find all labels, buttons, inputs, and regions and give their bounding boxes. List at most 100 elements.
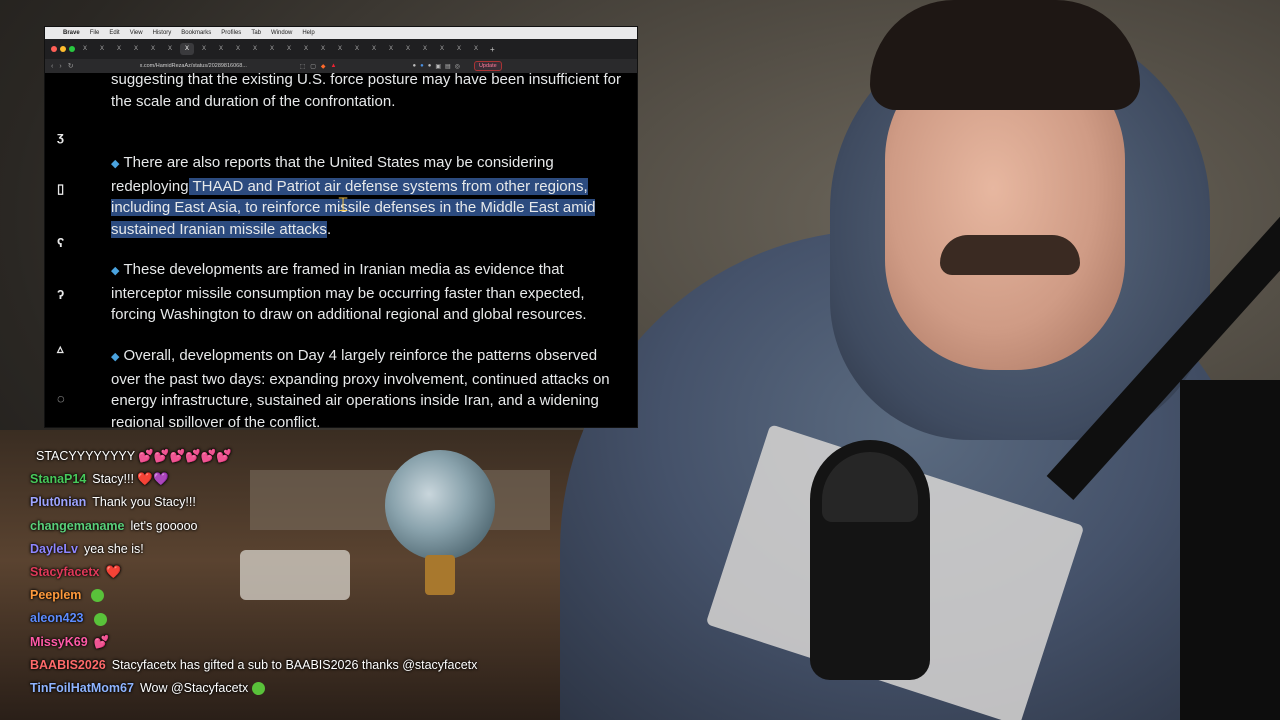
tab[interactable]: X xyxy=(248,43,262,55)
tab[interactable]: X xyxy=(265,43,279,55)
chat-message: aleon423 xyxy=(30,607,590,630)
menu-view[interactable]: View xyxy=(130,30,143,36)
chat-username[interactable]: StanaP14 xyxy=(30,472,86,486)
chat-username[interactable]: DayleLv xyxy=(30,542,78,556)
menu-brave[interactable]: Brave xyxy=(63,30,80,36)
mac-menubar: Brave File Edit View History Bookmarks P… xyxy=(45,27,637,39)
chat-username[interactable]: MissyK69 xyxy=(30,635,88,649)
sidebar-icon[interactable]: ▯ xyxy=(57,181,64,197)
tab[interactable]: X xyxy=(418,43,432,55)
streamer-hair xyxy=(870,0,1140,110)
close-window-icon[interactable] xyxy=(51,46,57,52)
scrollbar-track[interactable] xyxy=(631,73,637,427)
chat-text: Thank you Stacy!!! xyxy=(92,495,196,510)
chat-username[interactable]: TinFoilHatMom67 xyxy=(30,681,134,695)
post-paragraph: ◆ These developments are framed in Irania… xyxy=(111,259,627,326)
menu-profiles[interactable]: Profiles xyxy=(221,30,241,36)
tab[interactable]: X xyxy=(78,43,92,55)
tab[interactable]: X xyxy=(129,43,143,55)
menu-history[interactable]: History xyxy=(153,30,172,36)
chat-message: Peeplem xyxy=(30,584,590,607)
tab[interactable]: X xyxy=(333,43,347,55)
tab[interactable]: X xyxy=(367,43,381,55)
tab[interactable]: X xyxy=(435,43,449,55)
zoom-window-icon[interactable] xyxy=(69,46,75,52)
chat-text: let's gooooo xyxy=(130,518,198,533)
text-cursor-icon: 𝙸 xyxy=(336,194,351,216)
chat-username[interactable]: Plut0nian xyxy=(30,495,86,509)
browser-window: Brave File Edit View History Bookmarks P… xyxy=(45,27,637,427)
diamond-bullet-icon: ◆ xyxy=(111,158,120,170)
chat-text: Stacyfacetx has gifted a sub to BAABIS20… xyxy=(111,657,478,672)
x-sidebar: ʒ ▯ ʕ ʔ ▵ ◌ xyxy=(45,73,95,427)
menu-bookmarks[interactable]: Bookmarks xyxy=(181,30,211,36)
post-text: . xyxy=(326,220,332,238)
chat-username[interactable]: Stacyfacetx xyxy=(30,565,100,579)
tab[interactable]: X xyxy=(231,43,245,55)
tab[interactable]: X xyxy=(112,43,126,55)
reload-icon[interactable]: ↻ xyxy=(68,62,74,70)
post-text: These developments are framed in Iranian… xyxy=(111,261,587,323)
tab[interactable]: X xyxy=(214,43,228,55)
tab[interactable]: X xyxy=(469,43,483,55)
tab[interactable]: X xyxy=(384,43,398,55)
sidebar-icon[interactable]: ʔ xyxy=(57,287,64,302)
chat-text: 💕 xyxy=(93,634,110,649)
post-text: Overall, developments on Day 4 largely r… xyxy=(111,347,610,427)
tab[interactable]: X xyxy=(163,43,177,55)
chat-username[interactable]: BAABIS2026 xyxy=(30,658,106,672)
chat-text: yea she is! xyxy=(83,541,144,556)
menu-file[interactable]: File xyxy=(90,30,100,36)
dark-panel xyxy=(1180,380,1280,720)
chat-message: Stacyfacetx ❤️ xyxy=(30,561,590,584)
frog-emote-icon xyxy=(252,682,266,696)
chat-username[interactable]: changemaname xyxy=(30,519,124,533)
diamond-bullet-icon: ◆ xyxy=(111,351,120,363)
tab[interactable]: X xyxy=(401,43,415,55)
chat-message: MissyK69 💕 xyxy=(30,631,590,654)
chat-message: STACYYYYYYYY 💕💕💕💕💕💕 xyxy=(30,445,590,468)
menu-edit[interactable]: Edit xyxy=(109,30,119,36)
post-paragraph: ◆ Overall, developments on Day 4 largely … xyxy=(111,345,627,427)
tab[interactable]: X xyxy=(350,43,364,55)
tab[interactable]: X xyxy=(197,43,211,55)
chat-text: STACYYYYYYYY 💕💕💕💕💕💕 xyxy=(36,449,232,463)
post-paragraph: ◆ There are also reports that the United … xyxy=(111,152,627,240)
post-paragraph: suggesting that the existing U.S. force … xyxy=(111,71,622,110)
frog-emote-icon xyxy=(91,589,105,603)
chat-text: Stacy!!! ❤️💜 xyxy=(92,472,169,487)
chat-message: Plut0nian Thank you Stacy!!! xyxy=(30,491,590,514)
tab[interactable]: X xyxy=(316,43,330,55)
chat-username[interactable]: Peeplem xyxy=(30,588,81,602)
forward-icon[interactable]: › xyxy=(59,63,61,70)
menu-window[interactable]: Window xyxy=(271,30,292,36)
tab-active[interactable]: X xyxy=(180,43,194,55)
streamer-mustache xyxy=(940,235,1080,275)
frog-emote-icon xyxy=(93,612,107,626)
diamond-bullet-icon: ◆ xyxy=(111,265,120,277)
tab[interactable]: X xyxy=(282,43,296,55)
post-body: suggesting that the existing U.S. force … xyxy=(111,71,631,427)
chat-message: changemaname let's gooooo xyxy=(30,515,590,538)
sidebar-icon[interactable]: ʕ xyxy=(57,235,64,250)
chat-username[interactable]: aleon423 xyxy=(30,611,84,625)
menu-tab[interactable]: Tab xyxy=(251,30,261,36)
sidebar-icon[interactable]: ʒ xyxy=(57,129,64,144)
chat-overlay: STACYYYYYYYY 💕💕💕💕💕💕 StanaP14 Stacy!!! ❤️💜… xyxy=(30,445,590,700)
menu-help[interactable]: Help xyxy=(302,30,314,36)
new-tab-icon[interactable]: + xyxy=(490,45,495,54)
tab[interactable]: X xyxy=(146,43,160,55)
sidebar-icon[interactable]: ◌ xyxy=(57,391,65,406)
chat-message: DayleLv yea she is! xyxy=(30,538,590,561)
tab-bar: X X X X X X X X X X X X X X X X X X X X … xyxy=(45,39,637,59)
sidebar-icon[interactable]: ▵ xyxy=(57,341,64,357)
tab[interactable]: X xyxy=(299,43,313,55)
minimize-window-icon[interactable] xyxy=(60,46,66,52)
chat-message: TinFoilHatMom67 Wow @Stacyfacetx xyxy=(30,677,590,700)
tab[interactable]: X xyxy=(452,43,466,55)
back-icon[interactable]: ‹ xyxy=(51,63,53,70)
chat-text: ❤️ xyxy=(105,565,122,580)
tab[interactable]: X xyxy=(95,43,109,55)
chat-text: Wow @Stacyfacetx xyxy=(139,681,249,696)
chat-message: BAABIS2026 Stacyfacetx has gifted a sub t… xyxy=(30,654,590,677)
